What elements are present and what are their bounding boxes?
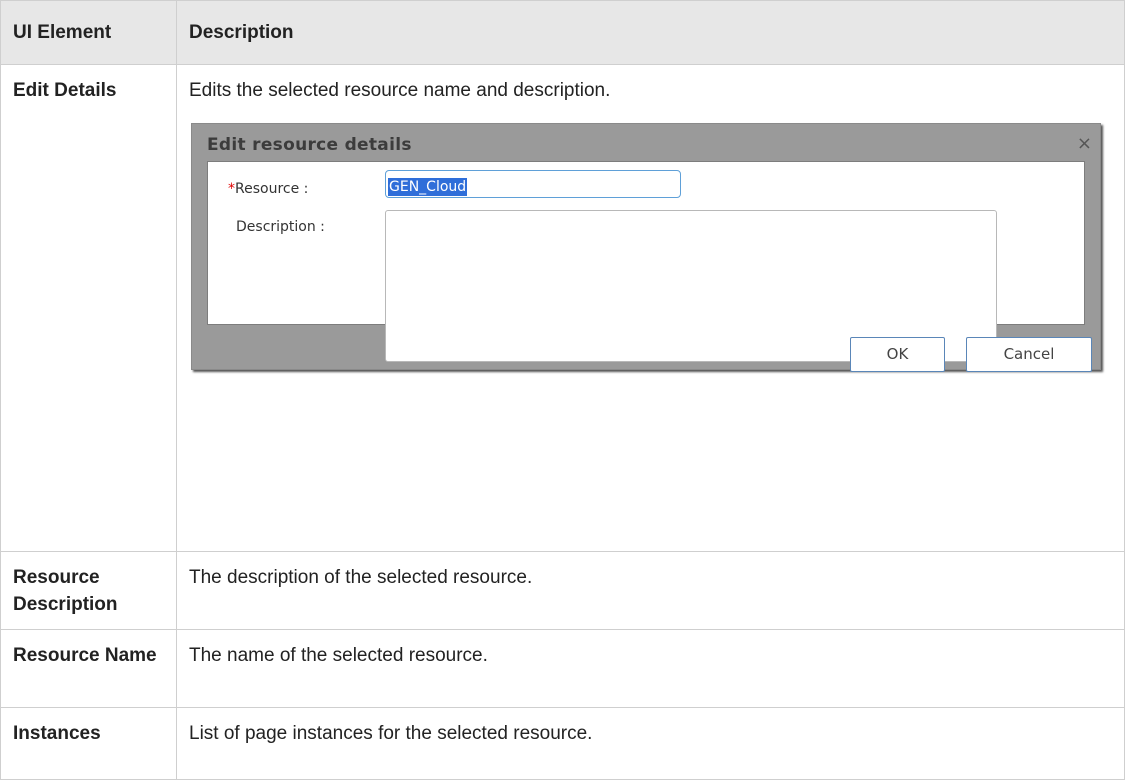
row-element-name: Resource Description bbox=[0, 551, 177, 630]
row-description-cell: Edits the selected resource name and des… bbox=[176, 64, 1125, 552]
row-description: The name of the selected resource. bbox=[176, 629, 1125, 708]
row-description: The description of the selected resource… bbox=[176, 551, 1125, 630]
resource-label: *Resource : bbox=[228, 176, 308, 203]
close-icon[interactable]: × bbox=[1077, 130, 1092, 157]
header-description: Description bbox=[176, 0, 1125, 65]
table-row: Instances List of page instances for the… bbox=[0, 707, 1125, 780]
dialog-title: Edit resource details bbox=[207, 135, 412, 155]
edit-resource-dialog: Edit resource details × *Resource : GEN_… bbox=[191, 123, 1101, 372]
description-label: Description : bbox=[236, 219, 325, 235]
row-description: Edits the selected resource name and des… bbox=[189, 80, 611, 101]
required-marker: * bbox=[228, 181, 235, 197]
table-row: Resource Description The description of … bbox=[0, 551, 1125, 630]
row-element-name: Resource Name bbox=[0, 629, 177, 708]
header-ui-element: UI Element bbox=[0, 0, 177, 65]
table-row: Resource Name The name of the selected r… bbox=[0, 629, 1125, 708]
row-element-name: Edit Details bbox=[0, 64, 177, 552]
ok-button[interactable]: OK bbox=[850, 337, 945, 372]
cancel-button[interactable]: Cancel bbox=[966, 337, 1092, 372]
row-description: List of page instances for the selected … bbox=[176, 707, 1125, 780]
resource-input-value: GEN_Cloud bbox=[388, 178, 468, 196]
row-element-name: Instances bbox=[0, 707, 177, 780]
dialog-body: *Resource : GEN_Cloud Description : bbox=[207, 161, 1085, 362]
resource-label-text: Resource : bbox=[235, 181, 309, 197]
resource-input[interactable]: GEN_Cloud bbox=[385, 170, 681, 198]
ui-elements-table: UI Element Description Edit Details Edit… bbox=[0, 0, 1125, 780]
table-row: Edit Details Edits the selected resource… bbox=[0, 64, 1125, 552]
table-header-row: UI Element Description bbox=[0, 0, 1125, 65]
